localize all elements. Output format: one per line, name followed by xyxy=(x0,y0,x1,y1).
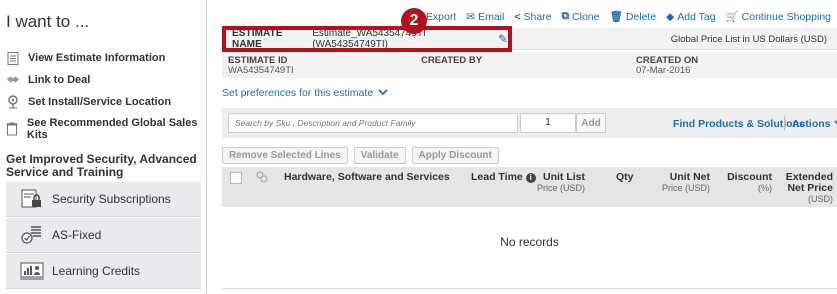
actions-dropdown[interactable]: Actions xyxy=(792,118,837,130)
add-tag-button[interactable]: ◆ Add Tag xyxy=(666,10,715,23)
sidebar-link-label: Link to Deal xyxy=(28,74,91,86)
add-tag-label: Add Tag xyxy=(677,10,716,23)
col-qty-header: Qty xyxy=(616,171,634,183)
promo-title: Get Improved Security, Advanced Service … xyxy=(6,152,197,179)
handshake-icon xyxy=(6,73,20,87)
cart-icon: 🛒 xyxy=(725,11,739,23)
sidebar-link-view-estimate[interactable]: View Estimate Information xyxy=(6,51,165,65)
chevron-down-icon xyxy=(833,118,837,130)
estimate-name-label: ESTIMATE NAME xyxy=(232,28,283,50)
col-discount-header: Discount (%) xyxy=(716,172,772,194)
col-unit-list-header: Unit List Price (USD) xyxy=(529,172,585,194)
sidebar-link-deal[interactable]: Link to Deal xyxy=(6,73,90,87)
divider xyxy=(784,116,785,130)
quantity-input[interactable]: 1 xyxy=(520,113,576,133)
extended-sub2: (USD) xyxy=(808,194,833,204)
toolbar: [→Export ✉Email <Share ⧉Clone 🗑Delete ◆A… xyxy=(409,10,831,23)
sidebar-link-label: See Recommended Global Sales Kits xyxy=(26,117,198,141)
location-pin-icon xyxy=(6,95,20,109)
unit-list-sub: Price (USD) xyxy=(536,183,585,193)
promo-label: Security Subscriptions xyxy=(52,192,171,206)
share-button[interactable]: < Share xyxy=(514,10,551,23)
email-icon: ✉ xyxy=(466,10,476,23)
clone-icon: ⧉ xyxy=(561,10,570,22)
sidebar-link-label: View Estimate Information xyxy=(28,52,166,64)
link-icon xyxy=(256,171,268,186)
created-on-cell: CREATED ON 07-Mar-2016 xyxy=(636,56,698,76)
col-lead-time-header: Lead Time i xyxy=(471,172,536,183)
continue-shopping-label: Continue Shopping xyxy=(741,10,831,23)
find-products-link[interactable]: Find Products & Solutions xyxy=(673,118,805,130)
discount-sub: (%) xyxy=(758,183,772,193)
trash-icon: 🗑 xyxy=(609,11,623,23)
promo-as-fixed[interactable]: AS-Fixed xyxy=(6,218,201,253)
estimate-name-value: Estimate_WA54354749TI (WA54354749TI) xyxy=(312,28,426,50)
email-label: Email xyxy=(478,10,505,23)
export-label: Export xyxy=(425,10,457,23)
search-strip: 1 Add Find Products & Solutions Actions xyxy=(222,108,837,138)
price-list: Global Price List in US Dollars (USD) xyxy=(670,34,827,45)
main-panel: [→Export ✉Email <Share ⧉Clone 🗑Delete ◆A… xyxy=(208,0,837,294)
clone-label: Clone xyxy=(572,10,600,23)
sidebar-link-install-location[interactable]: Set Install/Service Location xyxy=(6,95,171,109)
add-button[interactable]: Add xyxy=(576,113,606,133)
created-by-label: CREATED BY xyxy=(421,55,483,66)
email-button[interactable]: ✉ Email xyxy=(466,10,504,23)
promo-learning-credits[interactable]: Learning Credits xyxy=(6,254,201,289)
preferences-label: Set preferences for this estimate xyxy=(222,87,374,99)
learning-chart-icon xyxy=(20,261,44,281)
unit-net-sub: Price (USD) xyxy=(661,183,710,193)
sidebar-link-sales-kits[interactable]: See Recommended Global Sales Kits xyxy=(6,117,206,141)
sidebar-link-label: Set Install/Service Location xyxy=(28,96,172,108)
sidebar-title: I want to ... xyxy=(6,12,90,31)
apply-discount-button[interactable]: Apply Discount xyxy=(411,147,499,164)
share-label: Share xyxy=(523,10,552,23)
promo-label: Learning Credits xyxy=(52,264,141,278)
validate-button[interactable]: Validate xyxy=(353,147,406,164)
promo-security-subscriptions[interactable]: Security Subscriptions xyxy=(6,182,201,217)
select-all-checkbox[interactable] xyxy=(230,172,242,184)
line-actions: Remove Selected Lines Validate Apply Dis… xyxy=(222,147,499,164)
extended-sub1: Net Price xyxy=(787,182,833,194)
chevron-down-icon xyxy=(378,87,388,99)
document-icon xyxy=(6,51,20,65)
delete-label: Delete xyxy=(625,10,657,23)
estimate-info-row: ESTIMATE ID WA54354749TI CREATED BY CREA… xyxy=(222,52,837,78)
estimate-id-cell: ESTIMATE ID WA54354749TI xyxy=(228,56,294,76)
unit-list-label: Unit List xyxy=(543,171,585,183)
estimate-name-highlight[interactable]: ESTIMATE NAME Estimate_WA54354749TI (WA5… xyxy=(222,26,512,52)
col-extended-header: Extended Net Price (USD) xyxy=(777,172,833,205)
col-unit-net-header: Unit Net Price (USD) xyxy=(652,172,710,194)
discount-label: Discount xyxy=(727,171,772,183)
unit-net-label: Unit Net xyxy=(669,171,710,183)
divider xyxy=(222,288,837,289)
step-badge: 2 xyxy=(401,8,427,34)
remove-selected-lines-button[interactable]: Remove Selected Lines xyxy=(222,147,348,164)
created-by-cell: CREATED BY xyxy=(421,56,482,66)
promo-label: AS-Fixed xyxy=(52,228,102,242)
actions-label: Actions xyxy=(792,118,831,130)
security-lock-icon xyxy=(20,189,44,209)
table-header: Hardware, Software and Services Lead Tim… xyxy=(222,167,837,207)
sidebar: I want to ... View Estimate Information … xyxy=(0,0,207,294)
search-input[interactable] xyxy=(228,113,518,133)
pencil-edit-icon[interactable]: ✎ xyxy=(498,32,508,46)
clone-button[interactable]: ⧉ Clone xyxy=(562,10,600,23)
empty-table-message: No records xyxy=(500,235,559,249)
share-icon: < xyxy=(514,10,521,23)
trash-can-icon xyxy=(6,122,19,136)
delete-button[interactable]: 🗑 Delete xyxy=(609,10,657,24)
col-item-header: Hardware, Software and Services xyxy=(284,171,450,183)
set-preferences-link[interactable]: Set preferences for this estimate xyxy=(222,87,388,99)
tag-icon: ◆ xyxy=(666,10,675,23)
checklist-icon xyxy=(20,225,44,245)
estimate-name-bar: ESTIMATE NAME Estimate_WA54354749TI (WA5… xyxy=(222,26,837,52)
estimate-id-value: WA54354749TI xyxy=(228,65,294,76)
created-on-value: 07-Mar-2016 xyxy=(636,65,691,76)
lead-time-label: Lead Time xyxy=(471,171,523,183)
continue-shopping-button[interactable]: 🛒 Continue Shopping xyxy=(725,10,831,24)
